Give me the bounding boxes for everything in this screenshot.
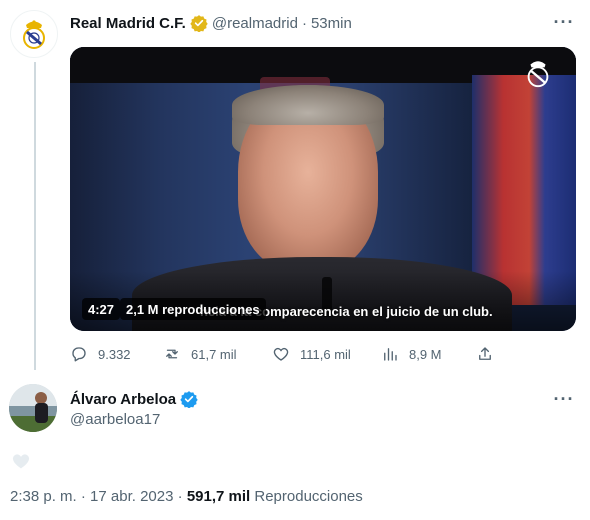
tweet-header: Real Madrid C.F. @realmadrid · 53min	[70, 12, 352, 34]
like-button[interactable]: 111,6 mil	[272, 343, 351, 365]
post-date[interactable]: 17 abr. 2023	[90, 488, 173, 505]
more-options-icon[interactable]: ···	[552, 389, 576, 409]
real-madrid-crest-icon	[23, 20, 45, 49]
retweet-button[interactable]: 61,7 mil	[163, 343, 237, 365]
video-duration: 4:27	[82, 298, 121, 320]
thread-line	[34, 62, 36, 370]
retweet-icon	[166, 349, 178, 359]
reply-count: 9.332	[98, 346, 131, 362]
avatar[interactable]	[10, 10, 58, 58]
retweet-count: 61,7 mil	[191, 346, 237, 362]
real-madrid-watermark-icon	[527, 61, 549, 88]
video-view-count: 2,1 M reproducciones	[120, 298, 266, 320]
verified-gold-icon	[190, 15, 208, 32]
view-count: 8,9 M	[409, 346, 442, 362]
more-options-icon[interactable]: ···	[552, 12, 576, 32]
analytics-icon	[384, 348, 397, 361]
handle[interactable]: @aarbeloa17	[70, 411, 160, 428]
video-player[interactable]: ncia a la comparecencia en el juicio de …	[70, 47, 576, 331]
handle[interactable]: @realmadrid	[212, 15, 298, 32]
heart-icon	[273, 347, 289, 361]
total-view-count: 591,7 mil	[186, 488, 251, 505]
post-time[interactable]: 2:38 p. m.	[10, 488, 77, 505]
timestamp[interactable]: 53min	[311, 15, 352, 32]
separator-dot: ·	[76, 488, 91, 505]
verified-blue-icon	[180, 391, 198, 408]
reply-user-header: Álvaro Arbeloa	[70, 390, 202, 408]
separator-dot: ·	[301, 14, 307, 32]
display-name[interactable]: Real Madrid C.F.	[70, 15, 186, 32]
separator-dot: ·	[173, 488, 187, 505]
like-count: 111,6 mil	[300, 346, 351, 362]
profile-photo-image	[9, 384, 57, 432]
display-name[interactable]: Álvaro Arbeloa	[70, 391, 176, 408]
heart-icon[interactable]	[10, 450, 32, 472]
reply-button[interactable]: 9.332	[70, 343, 131, 365]
tweet-metadata: 2:38 p. m. · 17 abr. 2023 · 591,7 mil Re…	[10, 488, 363, 505]
share-icon	[479, 347, 491, 360]
view-label: Reproducciones	[250, 488, 363, 505]
views-button[interactable]: 8,9 M	[381, 343, 442, 365]
reply-icon	[72, 347, 86, 362]
share-button[interactable]	[476, 343, 494, 365]
avatar[interactable]	[9, 384, 57, 432]
